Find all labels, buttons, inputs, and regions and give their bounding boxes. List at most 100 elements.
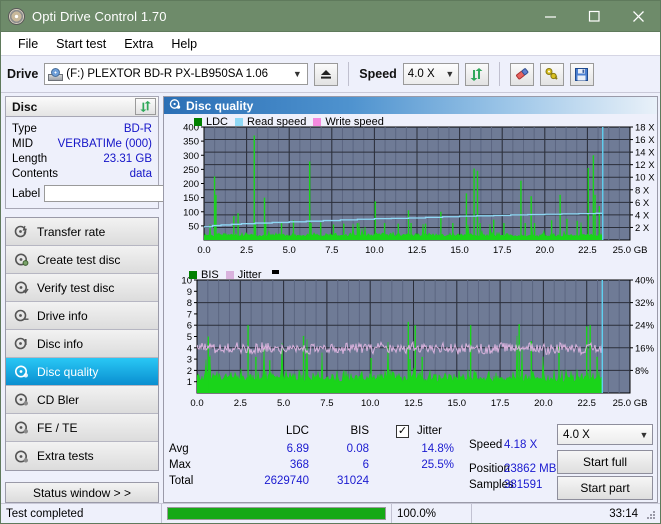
- disc-mid-row: MID VERBATIMe (000): [12, 136, 152, 151]
- speed-select-value: 4.0 X: [407, 68, 435, 80]
- disc-panel-header: Disc: [5, 96, 159, 117]
- app-window: Opti Drive Control 1.70 File Start test …: [0, 0, 661, 524]
- maximize-button[interactable]: [572, 1, 616, 31]
- erase-button[interactable]: [509, 62, 534, 86]
- stats-speed-value: 4.18 X: [504, 439, 538, 451]
- sidebar-item-disc-info[interactable]: Disc info: [6, 330, 158, 358]
- disc-write-icon: [14, 252, 29, 267]
- stats-col-bis: BIS: [350, 425, 369, 437]
- start-full-label: Start full: [582, 455, 627, 469]
- menu-extra[interactable]: Extra: [115, 35, 162, 53]
- svg-text:7.5: 7.5: [325, 245, 338, 256]
- disc-quality-icon: [169, 97, 181, 115]
- eject-button[interactable]: [314, 62, 339, 86]
- svg-text:32%: 32%: [635, 298, 655, 309]
- svg-text:17.5: 17.5: [491, 398, 510, 409]
- sidebar-item-create-test-disc[interactable]: Create test disc: [6, 246, 158, 274]
- minimize-button[interactable]: [528, 1, 572, 31]
- status-window-button[interactable]: Status window > >: [5, 482, 159, 503]
- stats-row-total-label: Total: [169, 475, 194, 487]
- svg-text:24%: 24%: [635, 321, 655, 332]
- progress-bar: [161, 504, 391, 523]
- disc-contents-label: Contents: [12, 167, 59, 180]
- ldc-chart: LDC Read speed Write speed 50 100 150 200 25…: [164, 114, 657, 266]
- sidebar-item-fe-te[interactable]: FE / TE: [6, 414, 158, 442]
- left-sidebar: Disc Type BD-R MID VERBATIMe (000) Lengt…: [5, 96, 248, 471]
- ldc-chart-legend: LDC Read speed Write speed: [194, 116, 384, 128]
- test-speed-value: 4.0 X: [563, 428, 590, 441]
- menu-help[interactable]: Help: [162, 35, 206, 53]
- svg-text:2: 2: [187, 366, 192, 377]
- svg-text:0.0: 0.0: [190, 398, 203, 409]
- sidebar-item-disc-quality[interactable]: Disc quality: [6, 358, 158, 386]
- disc-type-row: Type BD-R: [12, 121, 152, 136]
- stats-col-ldc: LDC: [285, 425, 309, 437]
- speed-select[interactable]: 4.0 X ▼: [402, 63, 459, 85]
- sidebar-item-label: Disc info: [37, 336, 84, 351]
- menu-start-test[interactable]: Start test: [47, 35, 115, 53]
- stats-max-bis: 6: [362, 459, 369, 471]
- svg-text:2.5: 2.5: [240, 245, 253, 256]
- menu-file[interactable]: File: [9, 35, 47, 53]
- disc-mid-value: VERBATIMe (000): [57, 137, 152, 150]
- close-button[interactable]: [616, 1, 660, 31]
- cd-bler-icon: [14, 392, 29, 407]
- disc-label-label: Label: [12, 187, 41, 200]
- title-bar: Opti Drive Control 1.70: [1, 1, 660, 32]
- sidebar-item-extra-tests[interactable]: Extra tests: [6, 442, 158, 470]
- svg-text:50: 50: [188, 221, 199, 232]
- status-message: Test completed: [6, 507, 84, 520]
- test-speed-select[interactable]: 4.0 X ▼: [557, 424, 653, 445]
- optical-drive-icon: [48, 67, 64, 81]
- chevron-down-icon: ▼: [445, 69, 455, 79]
- disc-info-icon: [14, 336, 29, 351]
- sidebar-item-label: FE / TE: [37, 420, 78, 435]
- sidebar-item-label: Drive info: [37, 308, 88, 323]
- sidebar-item-cd-bler[interactable]: CD Bler: [6, 386, 158, 414]
- refresh-button[interactable]: [464, 62, 489, 86]
- drive-select[interactable]: (F:) PLEXTOR BD-R PX-LB950SA 1.06 ▼: [44, 63, 309, 85]
- bis-chart-canvas[interactable]: 123456789108%16%24%32%40%0.0 2.5 5.0 7.5 10.…: [164, 267, 657, 419]
- menu-bar: File Start test Extra Help: [1, 32, 660, 56]
- svg-text:8%: 8%: [635, 366, 649, 377]
- toolbar-divider-2: [498, 62, 500, 86]
- bis-chart: BIS Jitter 1 2 3 4 5 6 7 8 9 10 8% 16% 24% 32% 40% 0.0 2…: [164, 267, 657, 419]
- svg-text:8 X: 8 X: [635, 185, 650, 196]
- legend-label-jitter: Jitter: [237, 269, 262, 281]
- svg-text:12.5: 12.5: [408, 245, 427, 256]
- status-bar: Test completed 100.0% 33:14: [1, 503, 660, 523]
- svg-text:10.0: 10.0: [361, 398, 380, 409]
- svg-text:22.5: 22.5: [578, 245, 597, 256]
- main-panel: Disc quality LDC Read speed Write speed …: [163, 96, 658, 503]
- svg-text:20.0: 20.0: [534, 398, 553, 409]
- svg-text:300: 300: [183, 151, 199, 162]
- svg-text:6: 6: [187, 321, 192, 332]
- speed-label: Speed: [359, 67, 397, 81]
- svg-text:12 X: 12 X: [635, 160, 655, 171]
- disc-panel-title: Disc: [12, 99, 38, 114]
- stats-col-jitter: Jitter: [417, 425, 442, 437]
- jitter-checkbox[interactable]: ✓: [396, 425, 409, 438]
- start-part-label: Start part: [580, 481, 630, 495]
- drive-select-value: (F:) PLEXTOR BD-R PX-LB950SA 1.06: [66, 68, 269, 80]
- stats-avg-jitter: 14.8%: [421, 443, 454, 455]
- keys-button[interactable]: [539, 62, 564, 86]
- start-full-button[interactable]: Start full: [557, 450, 653, 474]
- start-part-button[interactable]: Start part: [557, 476, 653, 500]
- svg-text:5.0: 5.0: [283, 245, 296, 256]
- resize-grip-icon[interactable]: [645, 509, 657, 521]
- disc-refresh-button[interactable]: [135, 98, 156, 115]
- svg-text:20.0: 20.0: [536, 245, 555, 256]
- sidebar-item-transfer-rate[interactable]: Transfer rate: [6, 218, 158, 246]
- stats-max-jitter: 25.5%: [421, 459, 454, 471]
- ldc-chart-canvas[interactable]: 501001502002503003504002 X4 X6 X8 X10 X1…: [164, 114, 657, 266]
- sidebar-item-verify-test-disc[interactable]: Verify test disc: [6, 274, 158, 302]
- sidebar-item-drive-info[interactable]: Drive info: [6, 302, 158, 330]
- svg-text:40%: 40%: [635, 276, 655, 287]
- fe-te-icon: [14, 420, 29, 435]
- sidebar-item-label: CD Bler: [37, 392, 80, 407]
- save-button[interactable]: [569, 62, 594, 86]
- svg-text:4 X: 4 X: [635, 210, 650, 221]
- progress-track: [167, 507, 386, 520]
- disc-verify-icon: [14, 280, 29, 295]
